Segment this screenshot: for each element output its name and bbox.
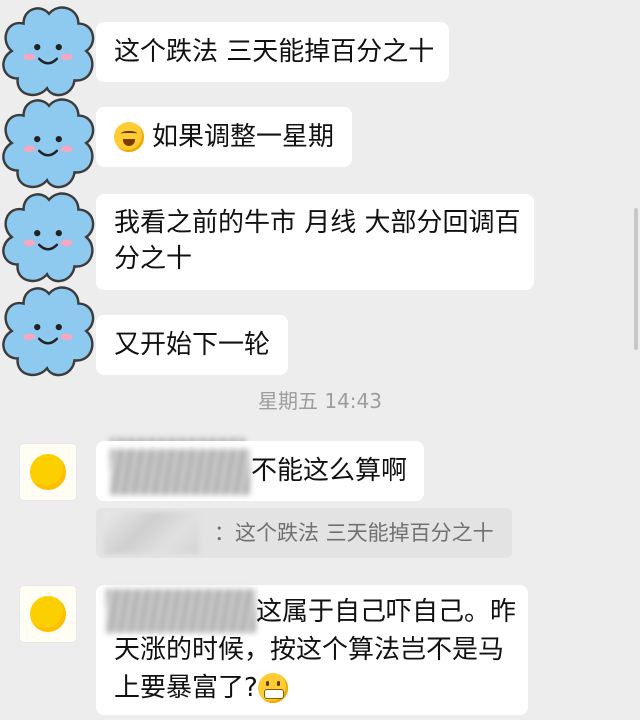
cloud-avatar-icon — [0, 2, 98, 100]
message-text-line: 天涨的时候，按这个算法岂不是马 — [114, 635, 505, 665]
message-text-line: 上要暴富了? — [114, 673, 258, 703]
avatar[interactable] — [20, 586, 76, 642]
scrollbar[interactable] — [634, 208, 638, 350]
message-bubble[interactable]: 这属于自己吓自己。昨 天涨的时候，按这个算法岂不是马 上要暴富了? — [96, 585, 528, 715]
grin-emoji — [258, 673, 288, 703]
time-separator: 星期五 14:43 — [258, 389, 382, 413]
cloud-avatar-icon — [0, 94, 98, 192]
message-text-line: 分之十 — [114, 244, 193, 274]
avatar[interactable] — [20, 444, 76, 500]
avatar[interactable] — [0, 188, 98, 286]
avatar[interactable] — [0, 94, 98, 192]
message-text-line: 我看之前的牛市 月线 大部分回调百 — [114, 208, 521, 238]
cloud-avatar-icon — [0, 282, 98, 380]
message-text: 如果调整一星期 — [152, 122, 335, 152]
egg-avatar-icon — [30, 596, 66, 632]
message-text: 不能这么算啊 — [251, 456, 408, 486]
message-text-line: 这属于自己吓自己。昨 — [256, 597, 517, 627]
message-bubble[interactable]: 不能这么算啊 — [96, 441, 424, 501]
cloud-avatar-icon — [0, 188, 98, 286]
sender-name-blurred — [110, 449, 250, 495]
message-bubble[interactable]: 如果调整一星期 — [96, 107, 352, 167]
sweat-smile-emoji — [114, 122, 144, 152]
sender-name-blurred — [106, 589, 256, 633]
avatar[interactable] — [0, 282, 98, 380]
message-bubble[interactable]: 又开始下一轮 — [96, 315, 288, 375]
quote-text: ：这个跌法 三天能掉百分之十 — [214, 521, 494, 545]
message-bubble[interactable]: 我看之前的牛市 月线 大部分回调百 分之十 — [96, 194, 534, 290]
egg-avatar-icon — [30, 454, 66, 490]
quote-sender-blurred — [104, 512, 199, 554]
message-bubble[interactable]: 这个跌法 三天能掉百分之十 — [96, 22, 449, 82]
quoted-message[interactable]: ：这个跌法 三天能掉百分之十 — [96, 508, 512, 558]
avatar[interactable] — [0, 2, 98, 100]
message-text: 这个跌法 三天能掉百分之十 — [114, 37, 435, 67]
message-text: 又开始下一轮 — [114, 330, 271, 360]
